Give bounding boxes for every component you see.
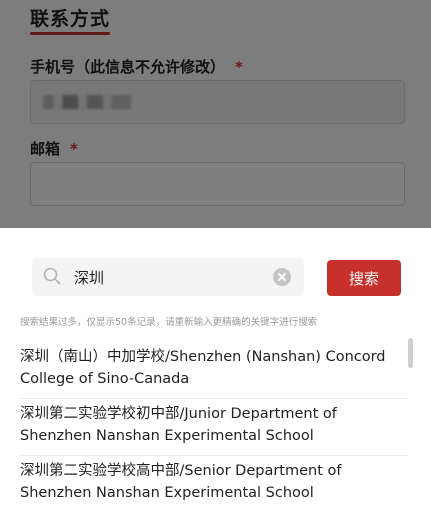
search-hint: 搜索结果过多，仅显示50条记录，请重新输入更精确的关键字进行搜索 <box>20 317 318 328</box>
scrollbar[interactable] <box>408 338 413 368</box>
email-required-mark: * <box>70 140 78 158</box>
results-list: 深圳（南山）中加学校/Shenzhen (Nanshan) Concord Co… <box>20 342 408 513</box>
phone-label-text: 手机号（此信息不允许修改） <box>30 58 226 76</box>
list-item[interactable]: 深圳（南山）中加学校/Shenzhen (Nanshan) Concord Co… <box>20 342 408 399</box>
section-title: 联系方式 <box>30 8 111 30</box>
phone-label: 手机号（此信息不允许修改） * <box>30 56 243 77</box>
email-field[interactable] <box>30 162 405 206</box>
phone-field <box>30 80 405 124</box>
search-button[interactable]: 搜索 <box>327 260 401 296</box>
list-item[interactable]: 深圳第二实验学校初中部/Junior Department of Shenzhe… <box>20 399 408 456</box>
masked-phone-number <box>43 95 131 109</box>
search-query: 深圳 <box>74 269 105 287</box>
search-icon <box>43 267 61 285</box>
section-title-underline <box>30 32 110 35</box>
email-label: 邮箱 * <box>30 138 78 159</box>
email-label-text: 邮箱 <box>30 140 61 158</box>
clear-icon[interactable] <box>273 268 291 286</box>
contact-form: 联系方式 手机号（此信息不允许修改） * 邮箱 * <box>0 0 431 228</box>
school-search-sheet: 深圳 搜索 搜索结果过多，仅显示50条记录，请重新输入更精确的关键字进行搜索 深… <box>0 228 431 518</box>
list-item[interactable]: 深圳第二实验学校高中部/Senior Department of Shenzhe… <box>20 456 408 513</box>
search-input[interactable]: 深圳 <box>32 258 304 296</box>
phone-required-mark: * <box>235 58 243 76</box>
